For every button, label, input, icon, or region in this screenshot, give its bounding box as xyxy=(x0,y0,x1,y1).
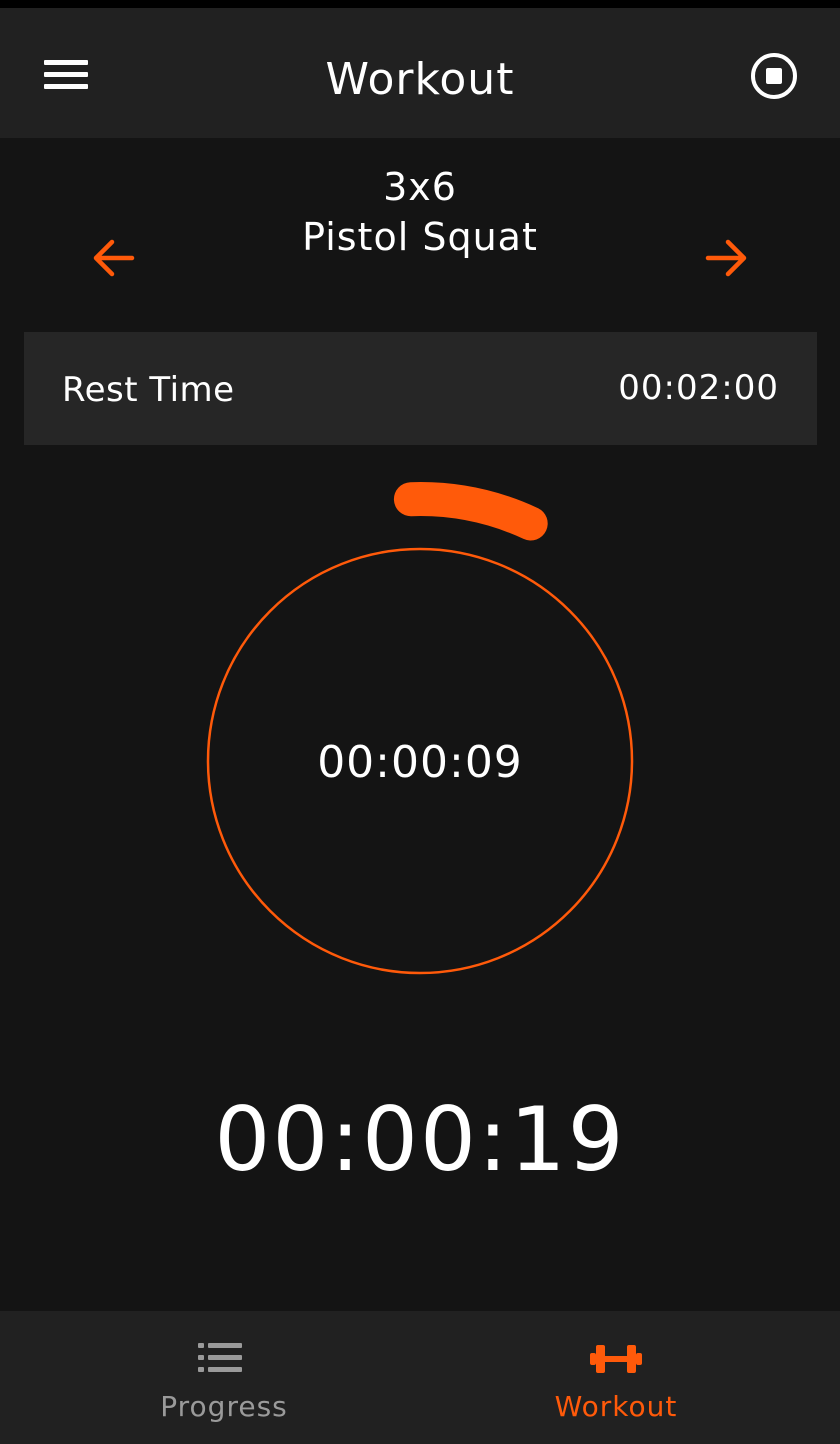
rest-time-label: Rest Time xyxy=(62,370,235,410)
bottom-navigation: Progress Workout xyxy=(0,1311,840,1444)
rest-timer-elapsed: 00:00:09 xyxy=(317,737,523,788)
total-workout-time: 00:00:19 xyxy=(214,1088,626,1191)
rest-time-value: 00:02:00 xyxy=(618,368,779,408)
exercise-header: 3x6 Pistol Squat xyxy=(200,162,640,262)
next-exercise-button[interactable] xyxy=(698,230,754,286)
nav-tab-progress-label: Progress xyxy=(160,1390,288,1423)
nav-tab-workout[interactable]: Workout xyxy=(420,1311,840,1444)
previous-exercise-button[interactable] xyxy=(86,230,142,286)
arrow-right-icon xyxy=(705,239,747,277)
menu-button[interactable] xyxy=(30,46,100,102)
list-icon xyxy=(198,1343,242,1372)
nav-tab-workout-label: Workout xyxy=(554,1390,678,1423)
sets-reps-label: 3x6 xyxy=(383,165,457,209)
nav-tab-progress[interactable]: Progress xyxy=(0,1311,420,1444)
arrow-left-icon xyxy=(93,239,135,277)
app-bar: Workout xyxy=(0,8,840,138)
stop-circle-icon xyxy=(751,53,797,99)
timer-progress-arc xyxy=(393,482,548,541)
stop-workout-button[interactable] xyxy=(748,50,800,102)
rest-time-row[interactable]: Rest Time 00:02:00 xyxy=(24,332,817,445)
status-strip xyxy=(0,0,840,8)
dumbbell-icon xyxy=(590,1345,642,1373)
exercise-name: Pistol Squat xyxy=(302,215,538,259)
page-title: Workout xyxy=(325,54,515,105)
